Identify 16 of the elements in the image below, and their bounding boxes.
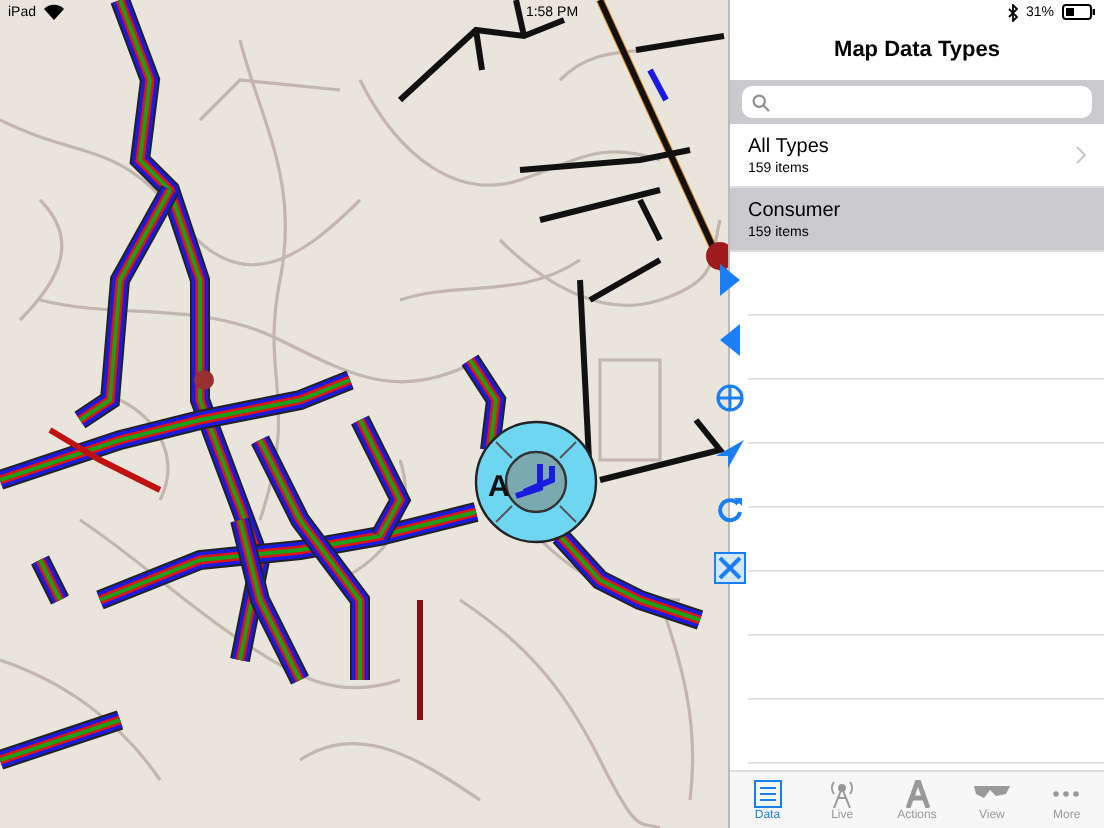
chevron-right-icon: [1076, 146, 1086, 164]
location-arrow-icon[interactable]: [716, 440, 744, 468]
wifi-icon: [44, 4, 65, 20]
refresh-icon[interactable]: [716, 496, 744, 524]
tools-icon[interactable]: [714, 552, 746, 584]
bluetooth-icon: [1007, 3, 1018, 21]
letter-a-icon: [903, 779, 932, 807]
list-icon: [753, 779, 782, 807]
right-triangle-icon[interactable]: [720, 264, 740, 296]
left-triangle-icon[interactable]: [720, 324, 740, 356]
antenna-icon: [828, 779, 857, 807]
search-icon: [752, 93, 770, 111]
battery-icon: [1061, 4, 1096, 20]
panel-title: Map Data Types: [834, 38, 1000, 62]
crosshair-icon[interactable]: [716, 384, 744, 412]
search-field[interactable]: [742, 86, 1092, 118]
